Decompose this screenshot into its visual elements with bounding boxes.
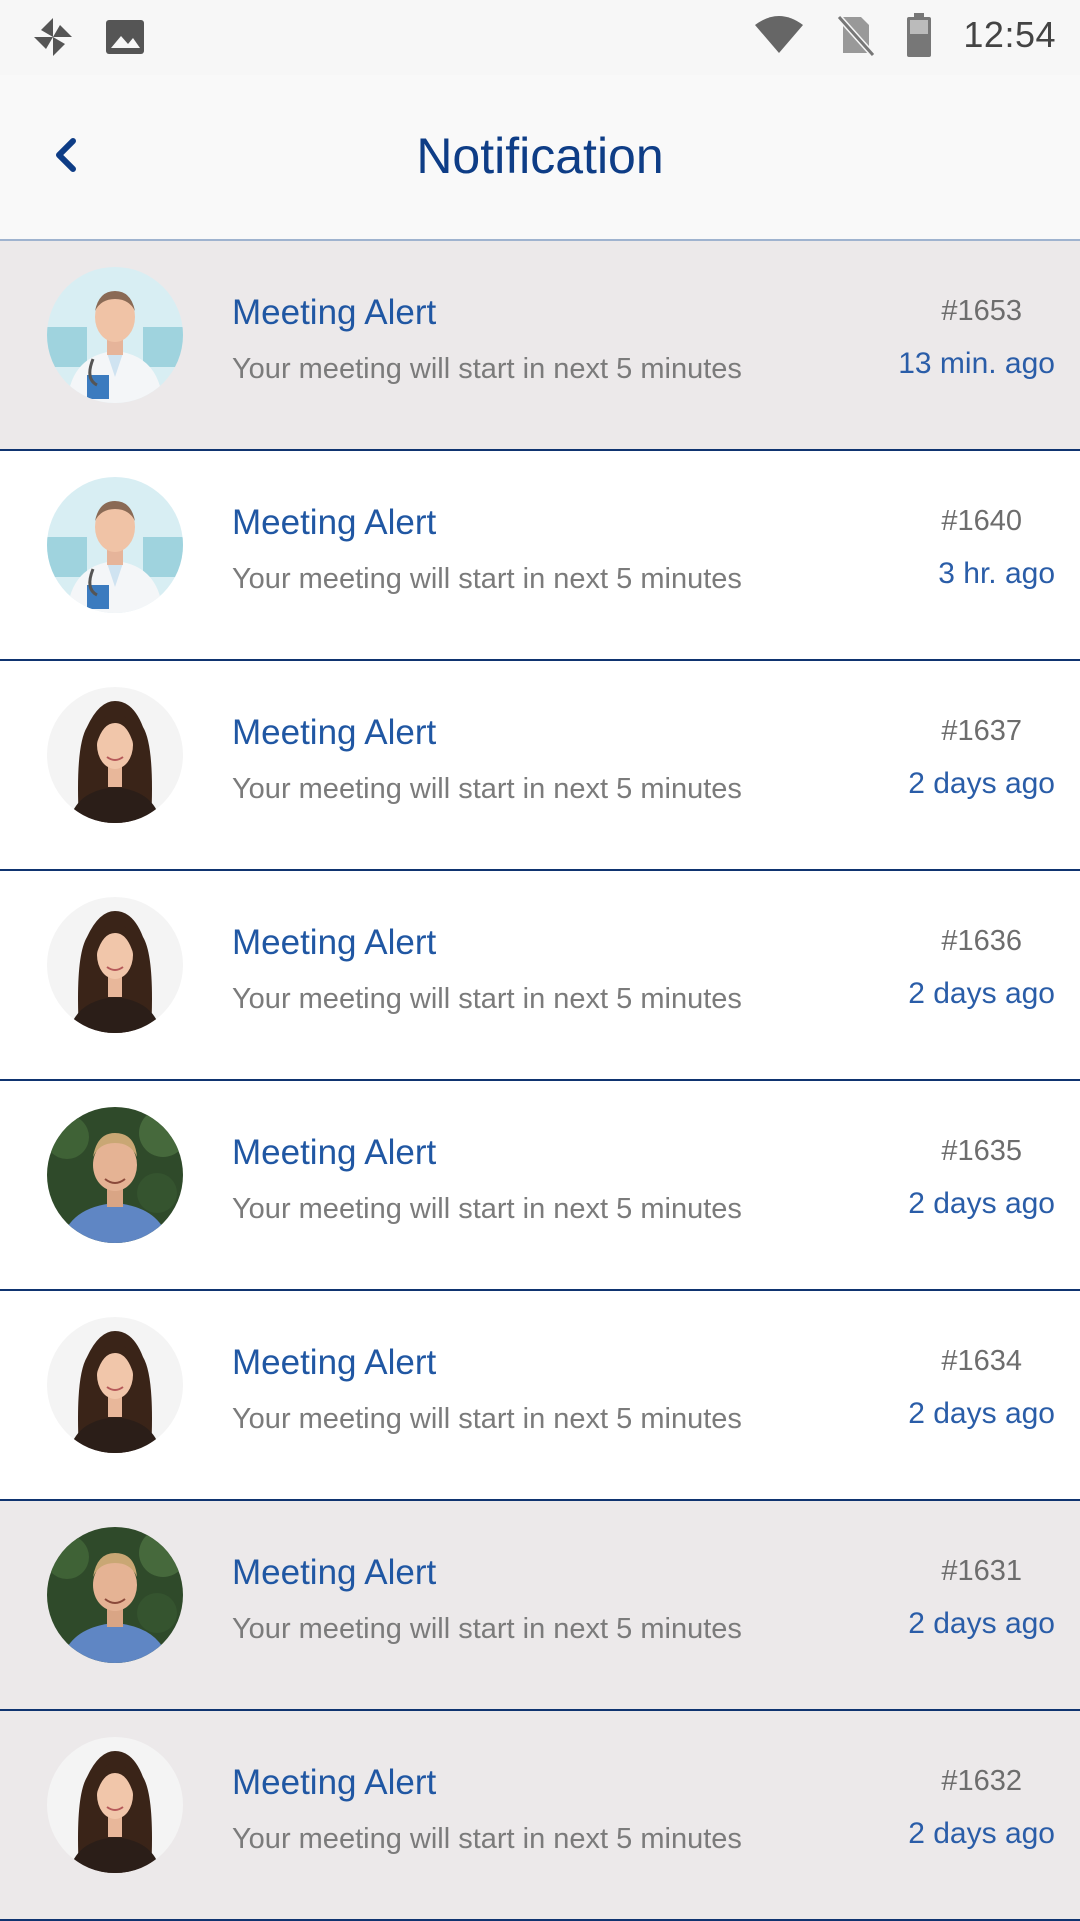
notification-title: Meeting Alert bbox=[232, 293, 437, 332]
status-time: 12:54 bbox=[963, 14, 1056, 55]
notification-time: 2 days ago bbox=[908, 1817, 1055, 1850]
doctor-avatar bbox=[47, 267, 183, 403]
woman-avatar bbox=[47, 897, 183, 1033]
notification-id: #1636 bbox=[941, 925, 1022, 957]
notification-title: Meeting Alert bbox=[232, 1763, 437, 1802]
man-avatar bbox=[47, 1107, 183, 1243]
notification-message: Your meeting will start in next 5 minute… bbox=[232, 1193, 742, 1225]
man-avatar bbox=[47, 1527, 183, 1663]
woman-avatar bbox=[47, 1317, 183, 1453]
notification-message: Your meeting will start in next 5 minute… bbox=[232, 983, 742, 1015]
page-title: Notification bbox=[416, 128, 664, 184]
notification-id: #1635 bbox=[941, 1135, 1022, 1167]
notification-row[interactable]: Meeting Alert Your meeting will start in … bbox=[0, 1081, 1080, 1291]
status-bar: 12:54 bbox=[0, 0, 1080, 75]
notification-message: Your meeting will start in next 5 minute… bbox=[232, 773, 742, 805]
notification-row[interactable]: Meeting Alert Your meeting will start in … bbox=[0, 1501, 1080, 1711]
notification-time: 2 days ago bbox=[908, 977, 1055, 1010]
pinwheel-icon bbox=[30, 14, 76, 60]
notification-row[interactable]: Meeting Alert Your meeting will start in … bbox=[0, 871, 1080, 1081]
notification-title: Meeting Alert bbox=[232, 713, 437, 752]
notification-message: Your meeting will start in next 5 minute… bbox=[232, 1823, 742, 1855]
notification-title: Meeting Alert bbox=[232, 1343, 437, 1382]
notification-message: Your meeting will start in next 5 minute… bbox=[232, 1613, 742, 1645]
notification-title: Meeting Alert bbox=[232, 1133, 437, 1172]
notification-row[interactable]: Meeting Alert Your meeting will start in … bbox=[0, 661, 1080, 871]
notification-message: Your meeting will start in next 5 minute… bbox=[232, 563, 742, 595]
notification-id: #1634 bbox=[941, 1345, 1022, 1377]
notification-title: Meeting Alert bbox=[232, 923, 437, 962]
notification-id: #1631 bbox=[941, 1555, 1022, 1587]
notification-list: Meeting Alert Your meeting will start in … bbox=[0, 241, 1080, 1921]
notification-time: 2 days ago bbox=[908, 1397, 1055, 1430]
notification-time: 13 min. ago bbox=[898, 347, 1055, 380]
doctor-avatar bbox=[47, 477, 183, 613]
gallery-icon bbox=[104, 16, 146, 58]
notification-title: Meeting Alert bbox=[232, 1553, 437, 1592]
app-bar: Notification bbox=[0, 75, 1080, 241]
notification-id: #1637 bbox=[941, 715, 1022, 747]
notification-id: #1632 bbox=[941, 1765, 1022, 1797]
notification-time: 3 hr. ago bbox=[938, 557, 1055, 590]
notification-time: 2 days ago bbox=[908, 767, 1055, 800]
notification-row[interactable]: Meeting Alert Your meeting will start in … bbox=[0, 451, 1080, 661]
notification-row[interactable]: Meeting Alert Your meeting will start in … bbox=[0, 1291, 1080, 1501]
no-sim-icon bbox=[835, 13, 876, 57]
battery-icon bbox=[905, 12, 933, 58]
woman-avatar bbox=[47, 687, 183, 823]
notification-row[interactable]: Meeting Alert Your meeting will start in … bbox=[0, 1711, 1080, 1921]
notification-title: Meeting Alert bbox=[232, 503, 437, 542]
notification-time: 2 days ago bbox=[908, 1187, 1055, 1220]
notification-id: #1640 bbox=[941, 505, 1022, 537]
notification-message: Your meeting will start in next 5 minute… bbox=[232, 353, 742, 385]
wifi-icon bbox=[753, 15, 805, 55]
notification-id: #1653 bbox=[941, 295, 1022, 327]
notification-message: Your meeting will start in next 5 minute… bbox=[232, 1403, 742, 1435]
notification-time: 2 days ago bbox=[908, 1607, 1055, 1640]
notification-row[interactable]: Meeting Alert Your meeting will start in … bbox=[0, 241, 1080, 451]
woman-avatar bbox=[47, 1737, 183, 1873]
